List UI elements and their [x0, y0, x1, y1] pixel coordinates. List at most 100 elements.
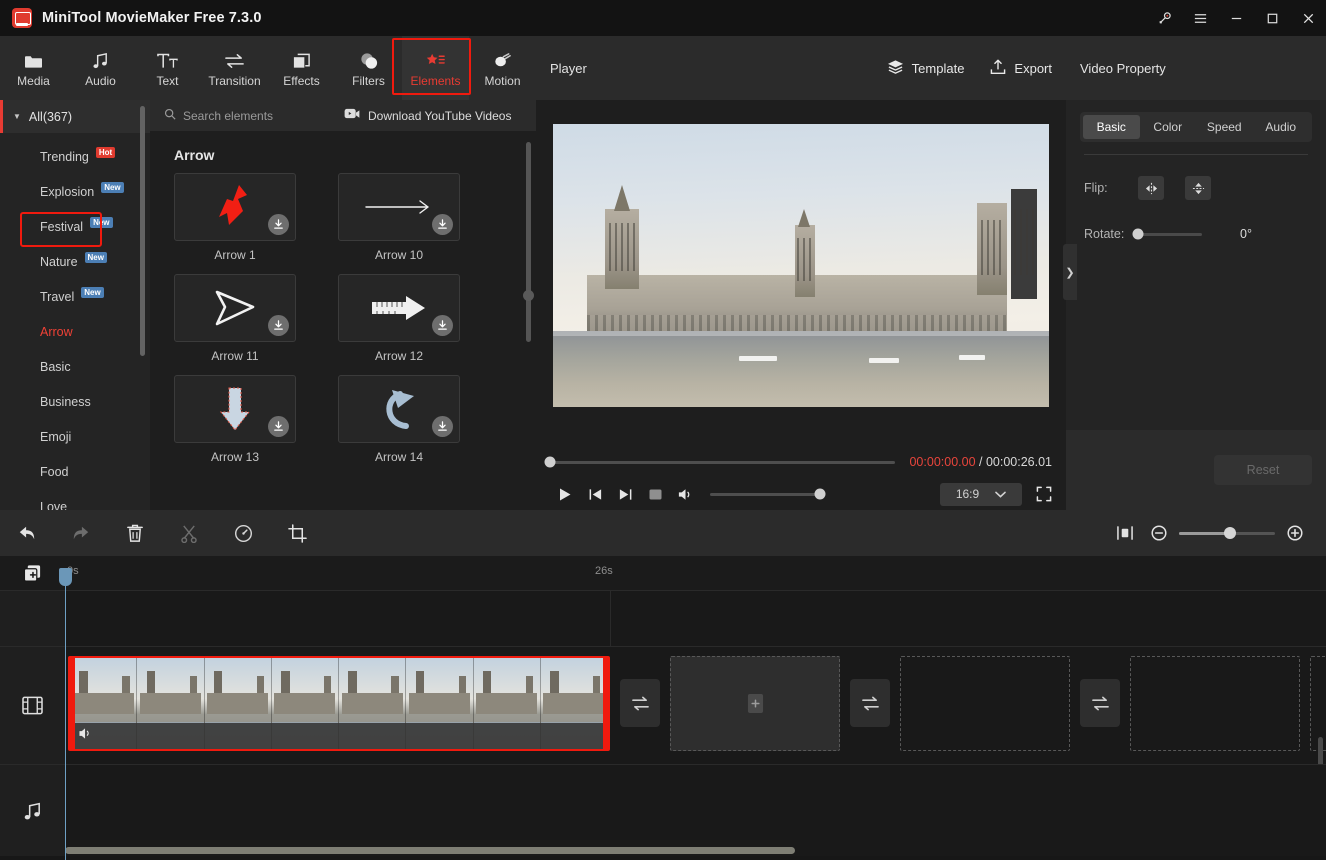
element-card[interactable]: Arrow 13: [174, 375, 296, 464]
category-item-emoji[interactable]: Emoji: [0, 419, 150, 454]
search-input[interactable]: Search elements: [150, 108, 336, 123]
delete-button[interactable]: [108, 510, 162, 556]
clip-trim-handle-right[interactable]: [603, 658, 608, 749]
clip-placeholder[interactable]: [670, 656, 840, 751]
category-item-arrow[interactable]: Arrow: [0, 314, 150, 349]
download-icon[interactable]: [268, 416, 289, 437]
play-button[interactable]: [550, 481, 580, 507]
transition-add-button[interactable]: [1080, 679, 1120, 727]
download-icon[interactable]: [432, 416, 453, 437]
player-preview[interactable]: [553, 124, 1049, 407]
key-icon[interactable]: [1146, 0, 1182, 36]
category-item-nature[interactable]: Nature New: [0, 244, 150, 279]
element-thumbnail[interactable]: [338, 274, 460, 342]
tab-audio[interactable]: Audio: [67, 36, 134, 100]
zoom-in-button[interactable]: [1278, 510, 1312, 556]
category-item-business[interactable]: Business: [0, 384, 150, 419]
video-track-body[interactable]: [65, 647, 1326, 837]
tab-text[interactable]: Text: [134, 36, 201, 100]
volume-handle[interactable]: [814, 488, 826, 500]
undo-button[interactable]: [0, 510, 54, 556]
next-frame-button[interactable]: [610, 481, 640, 507]
category-item-basic[interactable]: Basic: [0, 349, 150, 384]
speed-button[interactable]: [216, 510, 270, 556]
element-card[interactable]: Arrow 12: [338, 274, 460, 363]
category-item-travel[interactable]: Travel New: [0, 279, 150, 314]
zoom-handle[interactable]: [1223, 527, 1236, 539]
category-item-trending[interactable]: Trending Hot: [0, 139, 150, 174]
tab-speed[interactable]: Speed: [1196, 115, 1253, 139]
flip-vertical-button[interactable]: [1185, 176, 1211, 200]
volume-slider[interactable]: [710, 488, 826, 500]
category-item-love[interactable]: Love: [0, 489, 150, 511]
audio-track-header[interactable]: [0, 765, 65, 856]
volume-button[interactable]: [670, 481, 700, 507]
collapse-panel-button[interactable]: ❯: [1063, 244, 1077, 300]
tab-effects[interactable]: Effects: [268, 36, 335, 100]
category-item-explosion[interactable]: Explosion New: [0, 174, 150, 209]
video-track-header[interactable]: [0, 647, 65, 764]
download-icon[interactable]: [268, 214, 289, 235]
elements-scrollbar[interactable]: [526, 142, 531, 342]
seek-handle[interactable]: [544, 456, 556, 468]
clip-trim-handle-left[interactable]: [70, 658, 75, 749]
aspect-ratio-select[interactable]: 16:9: [940, 482, 1022, 506]
download-icon[interactable]: [268, 315, 289, 336]
category-all[interactable]: ▼ All(367): [0, 100, 150, 133]
element-card[interactable]: Arrow 11: [174, 274, 296, 363]
panel-resize-handle[interactable]: [523, 290, 534, 301]
element-thumbnail[interactable]: [174, 274, 296, 342]
video-clip[interactable]: [68, 656, 610, 751]
export-button[interactable]: Export: [990, 59, 1052, 78]
tab-basic[interactable]: Basic: [1083, 115, 1140, 139]
seek-slider[interactable]: [544, 456, 896, 468]
transition-add-button[interactable]: [620, 679, 660, 727]
tab-elements[interactable]: Elements: [402, 36, 469, 100]
category-scrollbar[interactable]: [140, 106, 145, 356]
element-thumbnail[interactable]: [174, 173, 296, 241]
tab-media[interactable]: Media: [0, 36, 67, 100]
previous-frame-button[interactable]: [580, 481, 610, 507]
fullscreen-button[interactable]: [1036, 486, 1052, 502]
rotate-slider[interactable]: [1132, 228, 1202, 240]
add-media-button[interactable]: [0, 556, 65, 590]
element-card[interactable]: Arrow 14: [338, 375, 460, 464]
snapshot-button[interactable]: [640, 481, 670, 507]
menu-icon[interactable]: [1182, 0, 1218, 36]
playhead-handle[interactable]: [59, 568, 72, 586]
crop-button[interactable]: [270, 510, 324, 556]
speaker-icon[interactable]: [78, 727, 93, 745]
transition-add-button[interactable]: [850, 679, 890, 727]
tab-transition[interactable]: Transition: [201, 36, 268, 100]
timeline-zoom-slider[interactable]: [1179, 527, 1275, 539]
audio-track-body[interactable]: [65, 765, 1326, 856]
category-item-festival[interactable]: Festival New: [0, 209, 150, 244]
template-button[interactable]: Template: [887, 59, 964, 78]
element-card[interactable]: Arrow 10: [338, 173, 460, 262]
minimize-icon[interactable]: [1218, 0, 1254, 36]
playhead[interactable]: [59, 568, 72, 860]
download-youtube-button[interactable]: Download YouTube Videos: [336, 108, 511, 123]
timeline-horizontal-scrollbar[interactable]: [65, 847, 795, 854]
fit-to-window-button[interactable]: [1108, 510, 1142, 556]
rotate-handle[interactable]: [1132, 228, 1144, 240]
zoom-out-button[interactable]: [1142, 510, 1176, 556]
flip-horizontal-button[interactable]: [1138, 176, 1164, 200]
tab-audio[interactable]: Audio: [1253, 115, 1310, 139]
clip-placeholder[interactable]: [900, 656, 1070, 751]
element-thumbnail[interactable]: [338, 375, 460, 443]
reset-button[interactable]: Reset: [1214, 455, 1312, 485]
tab-filters[interactable]: Filters: [335, 36, 402, 100]
tab-color[interactable]: Color: [1140, 115, 1197, 139]
element-card[interactable]: Arrow 1: [174, 173, 296, 262]
close-icon[interactable]: [1290, 0, 1326, 36]
clip-placeholder[interactable]: [1130, 656, 1300, 751]
category-item-food[interactable]: Food: [0, 454, 150, 489]
download-icon[interactable]: [432, 315, 453, 336]
timeline-ruler[interactable]: 0s 26s: [65, 556, 1326, 590]
download-icon[interactable]: [432, 214, 453, 235]
maximize-icon[interactable]: [1254, 0, 1290, 36]
element-thumbnail[interactable]: [174, 375, 296, 443]
effects-track-body[interactable]: [65, 591, 1326, 646]
element-thumbnail[interactable]: [338, 173, 460, 241]
